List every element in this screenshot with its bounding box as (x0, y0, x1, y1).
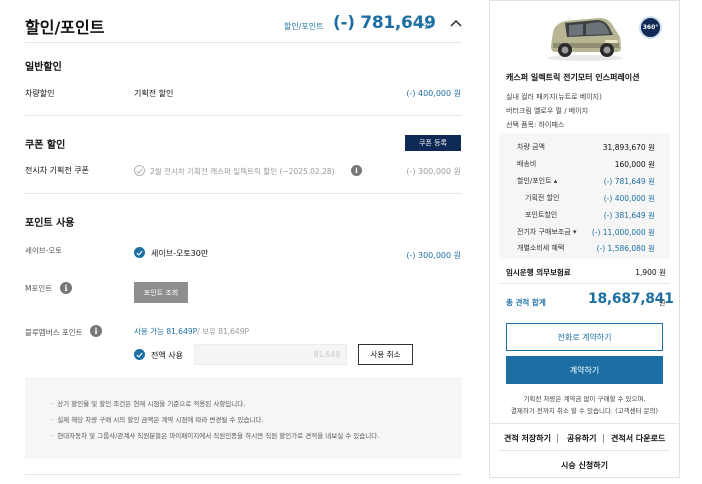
coupon-row-label: 전시차 기획전 쿠폰 (25, 166, 89, 175)
price-label: 포인트할인 (525, 211, 558, 219)
test-drive-link[interactable]: 시승 신청하기 (561, 460, 608, 471)
contract-note: 기획전 차량은 계약금 없이 구매할 수 있으며, (523, 395, 646, 403)
spec-item: 버터크림 옐로우 펄 / 베이지 (506, 107, 589, 115)
cancel-use-button[interactable]: 사용 취소 (358, 344, 413, 365)
coupon-section-title: 쿠폰 할인 (25, 140, 66, 151)
coupon-amount: (-) 300,000 원 (406, 167, 461, 176)
price-value: (-) 781,649 원 (603, 177, 655, 186)
save-auto-check-icon[interactable] (134, 247, 145, 258)
notice-text: 상기 할인율 및 할인 조건은 현재 시점을 기준으로 적용된 사항입니다. (57, 400, 246, 408)
coupon-register-button[interactable]: 쿠폰 등록 (405, 135, 461, 151)
vehicle-discount-amount: (-) 400,000 원 (406, 89, 461, 98)
price-label: 배송비 (517, 160, 537, 168)
price-label: 차량 금액 (517, 143, 545, 151)
page-title: 할인/포인트 (25, 18, 105, 37)
insurance-value: 1,900 원 (635, 268, 666, 277)
general-discount-title: 일반할인 (25, 62, 62, 73)
total-discount-unit: 원 (424, 22, 431, 30)
contract-note: 결제하기 전까지 취소 할 수 있습니다. (고객센터 문의) (510, 407, 659, 415)
coupon-description: 2월 전시차 기획전 캐스퍼 일렉트릭 할인 (~2025.02.28) (150, 167, 335, 176)
download-estimate-link[interactable]: 견적서 다운로드 (611, 433, 665, 444)
chevron-up-icon[interactable] (449, 14, 463, 27)
point-availability: 사용 가능 81,649P/ 보유 81,649P (134, 326, 249, 337)
save-auto-option: 세이브-오토30만 (151, 249, 209, 258)
save-auto-label: 세이브-오토 (25, 246, 63, 255)
save-auto-amount: (-) 300,000 원 (406, 251, 461, 260)
spec-item: 선택 품목: 하이패스 (506, 121, 565, 129)
use-all-check-icon[interactable] (134, 349, 145, 360)
notice-item: · 실제 해당 차량 구매 시의 할인 금액은 계약 시점에 따라 변경될 수 … (51, 416, 264, 424)
point-amount-input[interactable]: 81,649 (194, 344, 347, 365)
spec-item: 실내 컬러 패키지(뉴트로 베이지) (506, 93, 602, 101)
car-image (543, 10, 627, 62)
price-value: (-) 400,000 원 (603, 194, 655, 203)
insurance-label: 임시운행 의무보험료 (506, 268, 571, 277)
price-value: 160,000 원 (614, 160, 655, 169)
available-points: 사용 가능 81,649P (134, 327, 198, 336)
use-all-label: 전액 사용 (151, 351, 183, 360)
view-360-badge[interactable]: 360° (639, 16, 662, 39)
vehicle-discount-label: 차량할인 (25, 89, 55, 98)
price-value: (-) 11,000,000 원 (591, 228, 655, 237)
price-value: (-) 381,649 원 (603, 211, 655, 220)
price-value: (-) 1,586,080 원 (596, 244, 655, 253)
share-link[interactable]: 공유하기 (567, 433, 596, 444)
points-section-title: 포인트 사용 (25, 218, 75, 229)
vehicle-discount-name: 기획전 할인 (134, 89, 174, 98)
info-icon[interactable]: i (60, 282, 72, 294)
held-points: / 보유 81,649P (197, 327, 250, 336)
notice-item: · 상기 할인율 및 할인 조건은 현재 시점을 기준으로 적용된 사항입니다. (51, 400, 246, 408)
discount-toggle[interactable]: 할인/포인트 ▴ (517, 176, 557, 186)
notice-item: · 현대자동차 및 그룹사/관계사 직원분들은 마이페이지에서 직원인증을 하시… (51, 432, 380, 440)
notice-text: 현대자동차 및 그룹사/관계사 직원분들은 마이페이지에서 직원인증을 하시면 … (57, 432, 380, 440)
estimate-total-label: 총 견적 합계 (506, 298, 546, 307)
point-inquiry-button[interactable]: 포인트 조회 (134, 282, 188, 303)
price-value: 31,893,670 원 (602, 143, 655, 152)
car-name: 캐스퍼 일렉트릭 전기모터 인스퍼레이션 (506, 73, 640, 82)
notice-box: · 상기 할인율 및 할인 조건은 현재 시점을 기준으로 적용된 사항입니다.… (25, 377, 462, 459)
total-discount-value: (-) 781,649 (333, 13, 436, 33)
estimate-total-unit: 원 (659, 299, 666, 307)
notice-text: 실제 해당 차량 구매 시의 할인 금액은 계약 시점에 따라 변경될 수 있습… (57, 416, 264, 424)
save-estimate-link[interactable]: 견적 저장하기 (504, 433, 551, 444)
phone-contract-button[interactable]: 전화로 계약하기 (506, 323, 663, 351)
total-discount-label: 할인/포인트 (284, 22, 324, 31)
blue-members-label: 블루멤버스 포인트 (25, 328, 83, 337)
m-point-label: M포인트 (25, 284, 53, 293)
contract-button[interactable]: 계약하기 (506, 356, 663, 384)
info-icon[interactable]: i (90, 325, 102, 337)
coupon-check-icon[interactable] (134, 165, 145, 176)
